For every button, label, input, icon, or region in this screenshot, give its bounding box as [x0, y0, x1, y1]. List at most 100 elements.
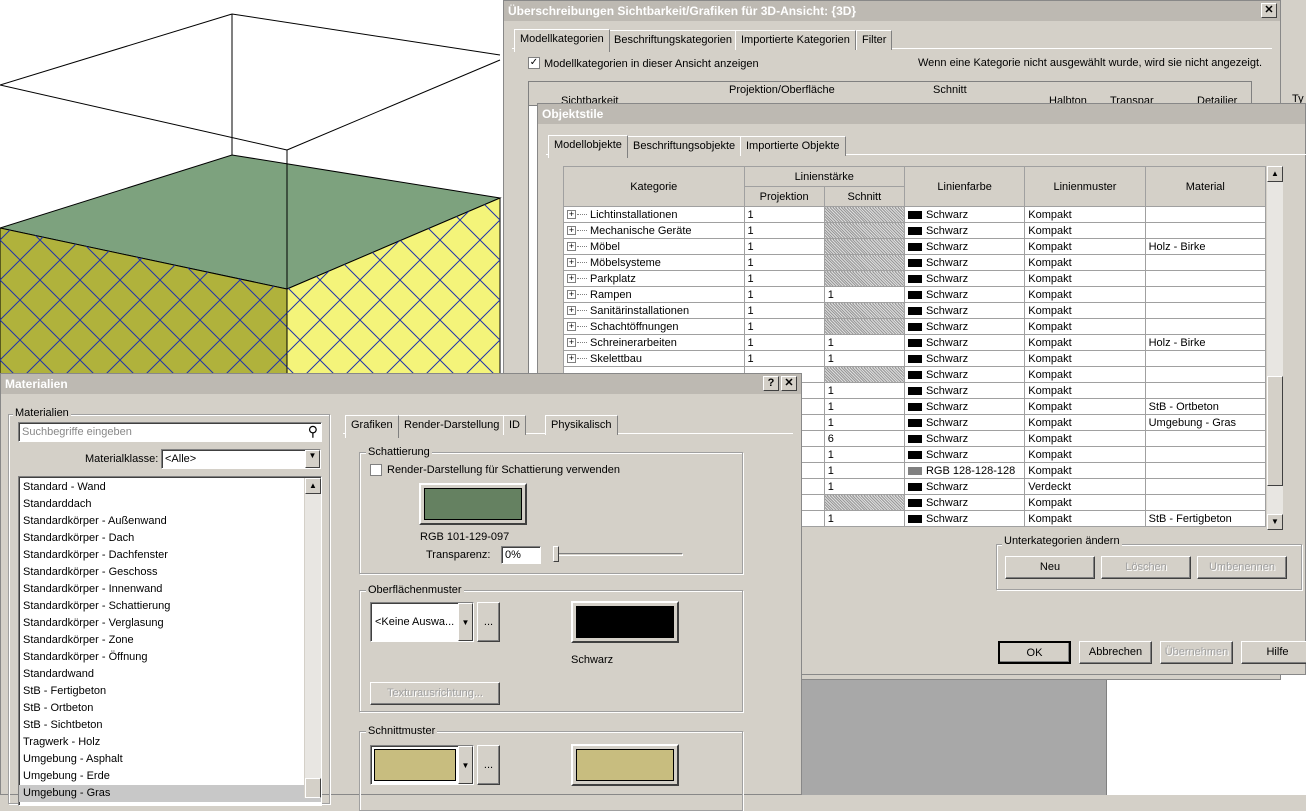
line-color-cell[interactable]: Schwarz [903, 270, 1026, 287]
category-cell[interactable]: + Rampen [563, 286, 745, 303]
material-cell[interactable] [1144, 446, 1267, 463]
search-icon[interactable]: ⚲ [308, 423, 318, 440]
cut-cell[interactable]: 1 [823, 334, 905, 351]
materials-list[interactable]: Standard - Wand Standarddach Standardkörpe… [18, 476, 322, 806]
material-cell[interactable] [1144, 462, 1267, 479]
cut-cell[interactable]: 1 [823, 350, 905, 367]
list-item[interactable]: Tragwerk - Holz [19, 734, 321, 751]
list-item[interactable]: Standardkörper - Außenwand [19, 513, 321, 530]
line-pattern-cell[interactable]: Kompakt [1024, 494, 1146, 511]
list-item[interactable]: Standardkörper - Geschoss [19, 564, 321, 581]
line-pattern-cell[interactable]: Verdeckt [1024, 478, 1146, 495]
cut-cell[interactable]: 1 [823, 286, 905, 303]
line-color-cell[interactable]: Schwarz [903, 222, 1026, 239]
projection-cell[interactable]: 1 [743, 318, 825, 335]
projection-cell[interactable]: 1 [743, 270, 825, 287]
category-cell[interactable]: + Möbel [563, 238, 745, 255]
transparency-slider-track[interactable] [553, 553, 683, 556]
cut-cell[interactable]: 1 [823, 478, 905, 495]
line-pattern-cell[interactable]: Kompakt [1024, 382, 1146, 399]
category-cell[interactable]: + Schachtöffnungen [563, 318, 745, 335]
material-cell[interactable] [1144, 270, 1267, 287]
expand-icon[interactable]: + [567, 354, 576, 364]
line-color-cell[interactable]: Schwarz [903, 366, 1026, 383]
table-row[interactable]: + Rampen 1 1 Schwarz Kompakt [563, 286, 1267, 303]
tab-render-darstellung[interactable]: Render-Darstellung [398, 415, 506, 435]
cut-pattern-browse-button[interactable]: ... [477, 745, 500, 785]
expand-icon[interactable]: + [567, 322, 576, 332]
expand-icon[interactable]: + [567, 258, 576, 268]
material-cell[interactable]: Umgebung - Gras [1144, 414, 1267, 431]
material-cell[interactable]: StB - Ortbeton [1144, 398, 1267, 415]
shading-color-button[interactable] [419, 483, 527, 525]
line-pattern-cell[interactable]: Kompakt [1024, 254, 1146, 271]
list-item[interactable]: Umgebung - Erde [19, 768, 321, 785]
line-color-cell[interactable]: Schwarz [903, 318, 1026, 335]
tab-modellobjekte[interactable]: Modellobjekte [548, 135, 628, 158]
material-cell[interactable] [1144, 222, 1267, 239]
scroll-thumb[interactable] [1267, 376, 1283, 486]
category-cell[interactable]: + Schreinerarbeiten [563, 334, 745, 351]
chevron-down-icon[interactable]: ▼ [458, 603, 473, 641]
cut-cell[interactable] [823, 366, 905, 383]
tab-id[interactable]: ID [503, 415, 526, 435]
cut-cell[interactable]: 1 [823, 462, 905, 479]
line-pattern-cell[interactable]: Kompakt [1024, 462, 1146, 479]
line-color-cell[interactable]: Schwarz [903, 414, 1026, 431]
show-model-categories-checkbox[interactable]: ✓ [528, 57, 540, 69]
category-cell[interactable]: + Mechanische Geräte [563, 222, 745, 239]
projection-cell[interactable]: 1 [743, 254, 825, 271]
projection-cell[interactable]: 1 [743, 222, 825, 239]
list-item[interactable]: Standardkörper - Öffnung [19, 649, 321, 666]
surface-pattern-browse-button[interactable]: ... [477, 602, 500, 642]
apply-button[interactable]: Übernehmen [1160, 641, 1233, 664]
header-linienmuster[interactable]: Linienmuster [1024, 166, 1146, 207]
expand-icon[interactable]: + [567, 226, 576, 236]
cut-cell[interactable] [823, 494, 905, 511]
material-cell[interactable] [1144, 318, 1267, 335]
list-item[interactable]: Umgebung - Gras [19, 785, 321, 802]
cut-cell[interactable]: 6 [823, 430, 905, 447]
expand-icon[interactable]: + [567, 290, 576, 300]
list-item[interactable]: Umgebung - Asphalt [19, 751, 321, 768]
tab-beschriftungskategorien[interactable]: Beschriftungskategorien [608, 30, 739, 50]
line-pattern-cell[interactable]: Kompakt [1024, 398, 1146, 415]
cut-pattern-select[interactable]: ▼ [370, 745, 474, 785]
list-item[interactable]: Standard - Wand [19, 479, 321, 496]
projection-cell[interactable]: 1 [743, 238, 825, 255]
projection-cell[interactable]: 1 [743, 302, 825, 319]
rename-subcategory-button[interactable]: Umbenennen [1197, 556, 1287, 579]
expand-icon[interactable]: + [567, 274, 576, 284]
projection-cell[interactable]: 1 [743, 350, 825, 367]
line-pattern-cell[interactable]: Kompakt [1024, 510, 1146, 527]
scroll-down-icon[interactable]: ▼ [1267, 514, 1283, 530]
line-color-cell[interactable]: Schwarz [903, 206, 1026, 223]
header-projektion[interactable]: Projektion [743, 186, 825, 207]
delete-subcategory-button[interactable]: Löschen [1101, 556, 1191, 579]
header-kategorie[interactable]: Kategorie [563, 166, 745, 207]
line-pattern-cell[interactable]: Kompakt [1024, 430, 1146, 447]
table-row[interactable]: + Mechanische Geräte 1 Schwarz Kompakt [563, 222, 1267, 239]
line-color-cell[interactable]: Schwarz [903, 430, 1026, 447]
cut-cell[interactable] [823, 222, 905, 239]
cut-cell[interactable]: 1 [823, 414, 905, 431]
list-item[interactable]: Standardkörper - Innenwand [19, 581, 321, 598]
line-color-cell[interactable]: Schwarz [903, 382, 1026, 399]
list-item[interactable]: Standarddach [19, 496, 321, 513]
line-color-cell[interactable]: Schwarz [903, 510, 1026, 527]
table-row[interactable]: + Parkplatz 1 Schwarz Kompakt [563, 270, 1267, 287]
projection-cell[interactable]: 1 [743, 206, 825, 223]
line-pattern-cell[interactable]: Kompakt [1024, 286, 1146, 303]
cut-cell[interactable] [823, 254, 905, 271]
list-item[interactable]: StB - Sichtbeton [19, 717, 321, 734]
list-item[interactable]: StB - Fertigbeton [19, 683, 321, 700]
table-row[interactable]: + Schachtöffnungen 1 Schwarz Kompakt [563, 318, 1267, 335]
scroll-thumb[interactable] [305, 778, 321, 798]
cut-cell[interactable] [823, 302, 905, 319]
line-pattern-cell[interactable]: Kompakt [1024, 334, 1146, 351]
material-cell[interactable]: Holz - Birke [1144, 238, 1267, 255]
chevron-down-icon[interactable]: ▼ [305, 450, 320, 468]
line-color-cell[interactable]: Schwarz [903, 334, 1026, 351]
line-color-cell[interactable]: Schwarz [903, 398, 1026, 415]
category-cell[interactable]: + Lichtinstallationen [563, 206, 745, 223]
